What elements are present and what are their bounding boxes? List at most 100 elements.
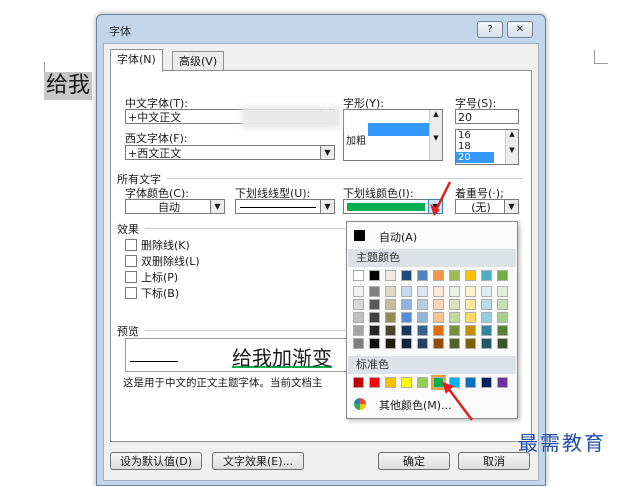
theme-shade-swatch[interactable]: [353, 338, 364, 349]
double-strikethrough-label: 双删除线(L): [141, 255, 200, 268]
style-list[interactable]: 加粗 ▲ ▼: [343, 109, 443, 161]
theme-color-swatch[interactable]: [385, 270, 396, 281]
theme-shade-swatch[interactable]: [353, 286, 364, 297]
standard-color-swatch[interactable]: [497, 377, 508, 388]
theme-shade-swatch[interactable]: [497, 286, 508, 297]
theme-shade-swatch[interactable]: [465, 312, 476, 323]
theme-shade-swatch[interactable]: [433, 286, 444, 297]
size-list[interactable]: 16 18 20 ▲ ▼: [455, 129, 519, 165]
theme-color-swatch[interactable]: [417, 270, 428, 281]
theme-shade-swatch[interactable]: [417, 338, 428, 349]
standard-color-swatch[interactable]: [353, 377, 364, 388]
theme-shade-swatch[interactable]: [369, 286, 380, 297]
theme-shade-swatch[interactable]: [433, 338, 444, 349]
theme-shade-swatch[interactable]: [465, 286, 476, 297]
theme-shade-swatch[interactable]: [385, 338, 396, 349]
theme-shade-swatch[interactable]: [401, 299, 412, 310]
theme-shade-swatch[interactable]: [401, 338, 412, 349]
theme-shade-swatch[interactable]: [369, 338, 380, 349]
theme-shade-swatch[interactable]: [401, 312, 412, 323]
theme-shade-swatch[interactable]: [449, 299, 460, 310]
theme-shade-swatch[interactable]: [497, 299, 508, 310]
standard-color-swatch[interactable]: [385, 377, 396, 388]
theme-shade-swatch[interactable]: [369, 299, 380, 310]
theme-shade-swatch[interactable]: [401, 286, 412, 297]
underline-style-select[interactable]: [235, 199, 321, 214]
theme-shade-swatch[interactable]: [465, 299, 476, 310]
double-strikethrough-checkbox[interactable]: [125, 255, 137, 267]
theme-shade-swatch[interactable]: [385, 325, 396, 336]
theme-color-swatch[interactable]: [465, 270, 476, 281]
theme-shade-swatch[interactable]: [417, 325, 428, 336]
auto-color-swatch[interactable]: [354, 230, 365, 241]
theme-color-swatch[interactable]: [353, 270, 364, 281]
theme-shade-swatch[interactable]: [481, 325, 492, 336]
theme-shade-swatch[interactable]: [433, 299, 444, 310]
theme-shade-swatch[interactable]: [385, 312, 396, 323]
style-scrollbar[interactable]: ▲ ▼: [429, 110, 442, 160]
theme-shade-swatch[interactable]: [481, 299, 492, 310]
emphasis-dropdown[interactable]: ▼: [504, 199, 519, 214]
theme-color-swatch[interactable]: [481, 270, 492, 281]
help-button[interactable]: ?: [477, 21, 503, 38]
theme-color-swatch[interactable]: [449, 270, 460, 281]
underline-color-select[interactable]: [343, 199, 429, 214]
style-item[interactable]: 加粗: [344, 136, 442, 149]
theme-shade-swatch[interactable]: [449, 312, 460, 323]
theme-shade-swatch[interactable]: [497, 312, 508, 323]
theme-shade-swatch[interactable]: [481, 312, 492, 323]
standard-color-swatch[interactable]: [481, 377, 492, 388]
theme-shade-swatch[interactable]: [497, 338, 508, 349]
theme-shade-swatch[interactable]: [497, 325, 508, 336]
theme-shade-swatch[interactable]: [401, 325, 412, 336]
text-effects-button[interactable]: 文字效果(E)...: [212, 452, 304, 470]
theme-shade-swatch[interactable]: [481, 338, 492, 349]
superscript-checkbox[interactable]: [125, 271, 137, 283]
ok-button[interactable]: 确定: [378, 452, 450, 470]
emphasis-select[interactable]: (无): [455, 199, 505, 214]
close-button[interactable]: ✕: [507, 21, 533, 38]
theme-shade-swatch[interactable]: [481, 286, 492, 297]
theme-color-swatch[interactable]: [401, 270, 412, 281]
theme-color-swatch[interactable]: [369, 270, 380, 281]
standard-color-swatch[interactable]: [369, 377, 380, 388]
theme-shade-swatch[interactable]: [385, 286, 396, 297]
watermark-logo: 最需教育: [518, 431, 606, 455]
theme-shade-swatch[interactable]: [353, 312, 364, 323]
standard-color-swatch[interactable]: [417, 377, 428, 388]
size-item-selected[interactable]: 20: [456, 152, 494, 163]
theme-shade-swatch[interactable]: [417, 312, 428, 323]
theme-shade-swatch[interactable]: [449, 338, 460, 349]
theme-color-swatch[interactable]: [497, 270, 508, 281]
theme-shade-swatch[interactable]: [417, 286, 428, 297]
subscript-checkbox[interactable]: [125, 287, 137, 299]
standard-color-swatch[interactable]: [401, 377, 412, 388]
theme-shade-swatch[interactable]: [369, 312, 380, 323]
western-font-input[interactable]: +西文正文: [125, 145, 321, 160]
tab-font[interactable]: 字体(N): [110, 49, 163, 72]
size-input[interactable]: 20: [455, 109, 519, 124]
western-font-dropdown[interactable]: ▼: [320, 145, 335, 160]
tab-advanced[interactable]: 高级(V): [172, 51, 225, 71]
size-scrollbar[interactable]: ▲ ▼: [505, 130, 518, 164]
theme-shade-swatch[interactable]: [465, 338, 476, 349]
strikethrough-checkbox[interactable]: [125, 239, 137, 251]
font-color-dropdown[interactable]: ▼: [210, 199, 225, 214]
theme-shade-swatch[interactable]: [465, 325, 476, 336]
theme-shade-swatch[interactable]: [433, 325, 444, 336]
underline-style-dropdown[interactable]: ▼: [320, 199, 335, 214]
theme-shade-swatch[interactable]: [417, 299, 428, 310]
auto-color-label[interactable]: 自动(A): [379, 229, 417, 245]
font-color-select[interactable]: 自动: [125, 199, 211, 214]
theme-color-swatch[interactable]: [433, 270, 444, 281]
theme-shade-swatch[interactable]: [369, 325, 380, 336]
set-default-button[interactable]: 设为默认值(D): [110, 452, 202, 470]
theme-shade-swatch[interactable]: [433, 312, 444, 323]
theme-shade-swatch[interactable]: [449, 286, 460, 297]
theme-shade-swatch[interactable]: [449, 325, 460, 336]
theme-shade-swatch[interactable]: [353, 299, 364, 310]
theme-shade-swatch[interactable]: [353, 325, 364, 336]
theme-colors-header: 主题颜色: [348, 249, 516, 267]
theme-shade-swatch[interactable]: [385, 299, 396, 310]
style-item[interactable]: [344, 110, 442, 123]
